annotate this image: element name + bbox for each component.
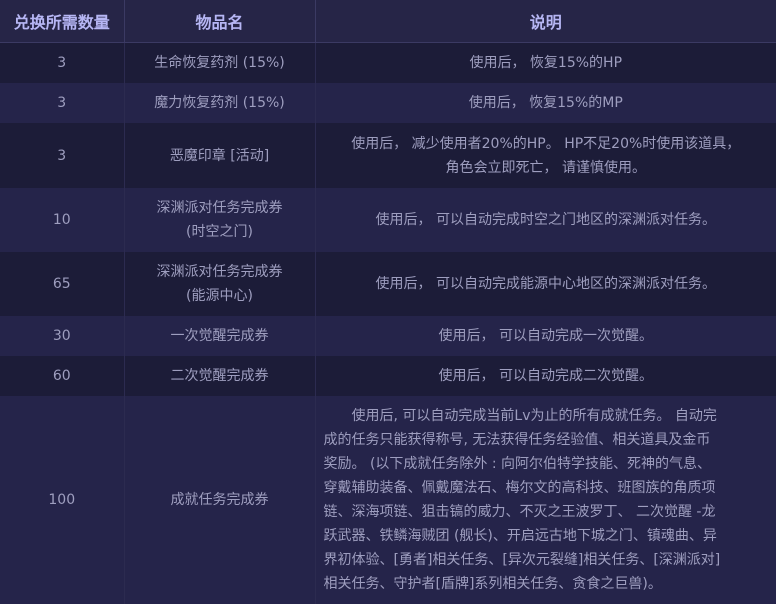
cell-quantity: 60	[0, 356, 125, 396]
header-description: 说明	[315, 0, 776, 43]
table-row: 10 深渊派对任务完成券 (时空之门) 使用后， 可以自动完成时空之门地区的深渊…	[0, 188, 776, 252]
description-line: 链、深海项链、狙击镐的威力、不灭之王波罗丁、 二次觉醒 -龙	[323, 504, 716, 520]
cell-quantity: 3	[0, 42, 125, 83]
table-row: 3 生命恢复药剂 (15%) 使用后， 恢复15%的HP	[0, 42, 776, 83]
cell-item-name: 生命恢复药剂 (15%)	[124, 42, 316, 83]
item-name-line: 深渊派对任务完成券	[156, 200, 283, 216]
description-line: 相关任务、守护者[盾牌]系列相关任务、贪食之巨兽)。	[323, 576, 662, 592]
table-row: 3 恶魔印章 [活动] 使用后， 减少使用者20%的HP。 HP不足20%时使用…	[0, 123, 776, 188]
cell-description: 使用后， 减少使用者20%的HP。 HP不足20%时使用该道具， 角色会立即死亡…	[315, 123, 776, 188]
header-item-name: 物品名	[124, 0, 316, 43]
cell-description: 使用后， 可以自动完成一次觉醒。	[438, 328, 653, 344]
cell-description: 使用后, 可以自动完成当前Lv为止的所有成就任务。 自动完 成的任务只能获得称号…	[315, 396, 776, 604]
cell-description: 使用后， 可以自动完成能源中心地区的深渊派对任务。	[375, 276, 716, 292]
cell-item-name: 深渊派对任务完成券 (时空之门)	[124, 188, 316, 252]
cell-item-name: 二次觉醒完成券	[124, 356, 316, 396]
table-row: 60 二次觉醒完成券 使用后， 可以自动完成二次觉醒。	[0, 356, 776, 396]
cell-item-name: 一次觉醒完成券	[124, 316, 316, 356]
cell-quantity: 30	[0, 316, 125, 356]
item-name-line: (能源中心)	[186, 288, 253, 304]
item-name-line: (时空之门)	[186, 224, 253, 240]
cell-item-name: 深渊派对任务完成券 (能源中心)	[124, 252, 316, 316]
table-header-row: 兑换所需数量 物品名 说明	[0, 0, 776, 43]
cell-description: 使用后， 可以自动完成时空之门地区的深渊派对任务。	[375, 212, 716, 228]
cell-quantity: 65	[0, 252, 125, 316]
cell-quantity: 3	[0, 83, 125, 123]
description-line: 跃武器、铁鳞海贼团 (舰长)、开启远古地下城之门、镇魂曲、异	[323, 528, 717, 544]
cell-description: 使用后， 恢复15%的MP	[468, 95, 623, 111]
item-name-line: 深渊派对任务完成券	[156, 264, 283, 280]
description-line: 奖励。 (以下成就任务除外 : 向阿尔伯特学技能、死神的气息、	[323, 456, 712, 472]
header-quantity: 兑换所需数量	[0, 0, 125, 43]
cell-item-name: 恶魔印章 [活动]	[124, 123, 316, 188]
description-line: 角色会立即死亡， 请谨慎使用。	[445, 159, 646, 176]
description-line: 成的任务只能获得称号, 无法获得任务经验值、相关道具及金币	[323, 432, 711, 448]
cell-quantity: 100	[0, 396, 125, 604]
cell-item-name: 魔力恢复药剂 (15%)	[124, 83, 316, 123]
exchange-table: 兑换所需数量 物品名 说明 3 生命恢复药剂 (15%) 使用后， 恢复15%的…	[0, 0, 776, 604]
description-line: 使用后， 减少使用者20%的HP。 HP不足20%时使用该道具，	[351, 135, 741, 152]
cell-quantity: 10	[0, 188, 125, 252]
description-line: 穿戴辅助装备、佩戴魔法石、梅尔文的高科技、班图族的角质项	[323, 480, 716, 496]
description-line: 使用后, 可以自动完成当前Lv为止的所有成就任务。 自动完	[351, 408, 717, 424]
cell-description: 使用后， 可以自动完成二次觉醒。	[438, 368, 653, 384]
table-row: 100 成就任务完成券 使用后, 可以自动完成当前Lv为止的所有成就任务。 自动…	[0, 396, 776, 604]
cell-item-name: 成就任务完成券	[124, 396, 316, 604]
table-row: 3 魔力恢复药剂 (15%) 使用后， 恢复15%的MP	[0, 83, 776, 123]
cell-quantity: 3	[0, 123, 125, 188]
description-line: 界初体验、[勇者]相关任务、[异次元裂缝]相关任务、[深渊派对]	[323, 552, 721, 568]
table-row: 30 一次觉醒完成券 使用后， 可以自动完成一次觉醒。	[0, 316, 776, 356]
cell-description: 使用后， 恢复15%的HP	[469, 54, 623, 71]
table-row: 65 深渊派对任务完成券 (能源中心) 使用后， 可以自动完成能源中心地区的深渊…	[0, 252, 776, 316]
